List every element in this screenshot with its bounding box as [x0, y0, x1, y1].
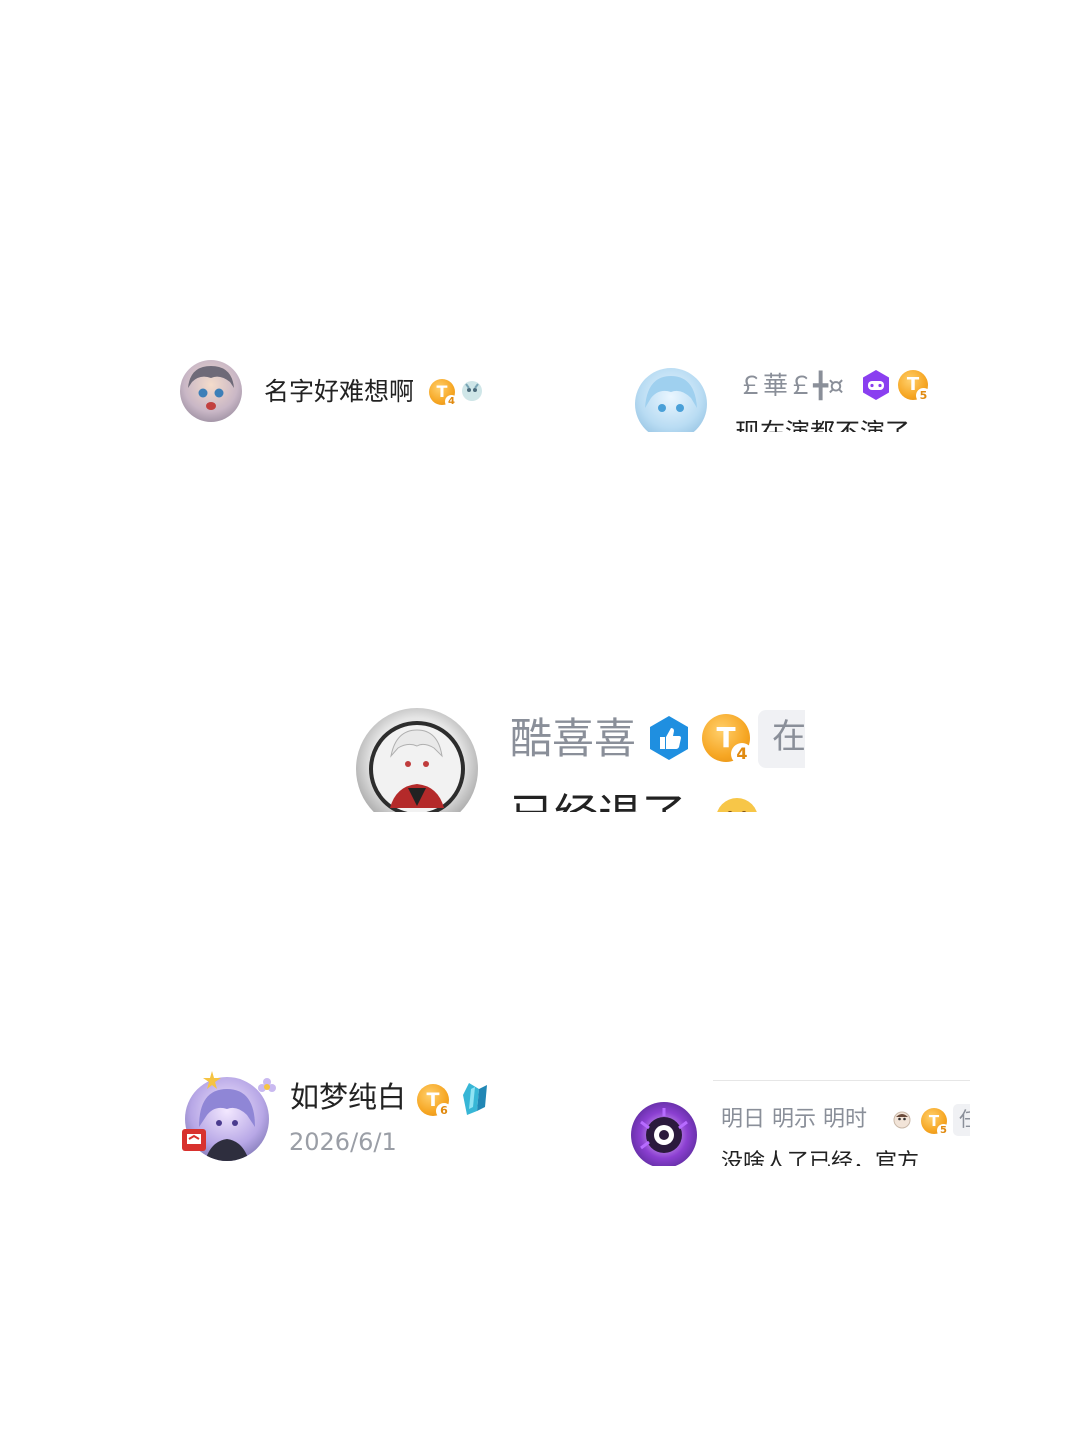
user-avatar[interactable] [356, 708, 478, 812]
username[interactable]: ￡華￡╋¤ [738, 373, 844, 398]
flower-decoration-icon [257, 1077, 277, 1097]
username[interactable]: 明日 明示 明时 [721, 1109, 867, 1131]
eye-orb-icon [640, 1108, 688, 1153]
comment-header-5: 明日 明示 明时 T 5 任 没啥人了已经，官方 [625, 1080, 970, 1166]
smile-emoji-icon [714, 796, 760, 812]
comment-text: 已经退了 [510, 794, 686, 813]
anime-portrait-icon [369, 721, 465, 812]
level-badge: T 4 [429, 379, 458, 408]
anime-portrait-icon [645, 376, 697, 412]
level-number: 5 [916, 388, 931, 403]
mascot-badge-icon [460, 379, 484, 403]
star-decoration-icon [203, 1071, 221, 1089]
user-avatar[interactable] [635, 368, 707, 432]
comment-text: 现在演都不演了 [735, 420, 910, 432]
crystal-badge-icon [459, 1081, 491, 1117]
comment-header-2: ￡華￡╋¤ T 5 现在演都不演了 [630, 360, 960, 432]
level-badge: T 5 [921, 1108, 950, 1137]
level-number: 4 [445, 395, 458, 408]
post-date: 2026/6/1 [289, 1128, 397, 1156]
face-badge-icon [893, 1111, 911, 1129]
level-number: 5 [937, 1124, 950, 1137]
comment-header-4: 如梦纯白 T 6 2026/6/1 [175, 1065, 510, 1165]
level-number: 6 [436, 1103, 452, 1119]
username[interactable]: 名字好难想啊 [264, 379, 414, 404]
level-badge: T 5 [898, 370, 931, 403]
game-controller-icon [860, 369, 892, 401]
comment-text: 没啥人了已经，官方 [721, 1150, 920, 1167]
level-badge: T 6 [417, 1084, 452, 1119]
status-chip[interactable]: 任 [953, 1104, 970, 1136]
user-avatar[interactable] [180, 360, 242, 422]
gift-decoration-icon [179, 1121, 209, 1153]
thumbs-up-icon [646, 715, 692, 761]
status-chip[interactable]: 在 [758, 710, 805, 768]
user-avatar[interactable] [631, 1102, 697, 1166]
comment-header-3: 酷喜喜 T 4 在 已经退了 [350, 700, 805, 812]
username[interactable]: 如梦纯白 [290, 1083, 406, 1112]
top-divider [713, 1080, 970, 1081]
anime-portrait-icon [188, 366, 234, 410]
level-number: 4 [731, 743, 753, 765]
comment-header-1: 名字好难想啊 T 4 [175, 355, 505, 427]
username[interactable]: 酷喜喜 [510, 718, 636, 760]
level-badge: T 4 [702, 714, 753, 765]
